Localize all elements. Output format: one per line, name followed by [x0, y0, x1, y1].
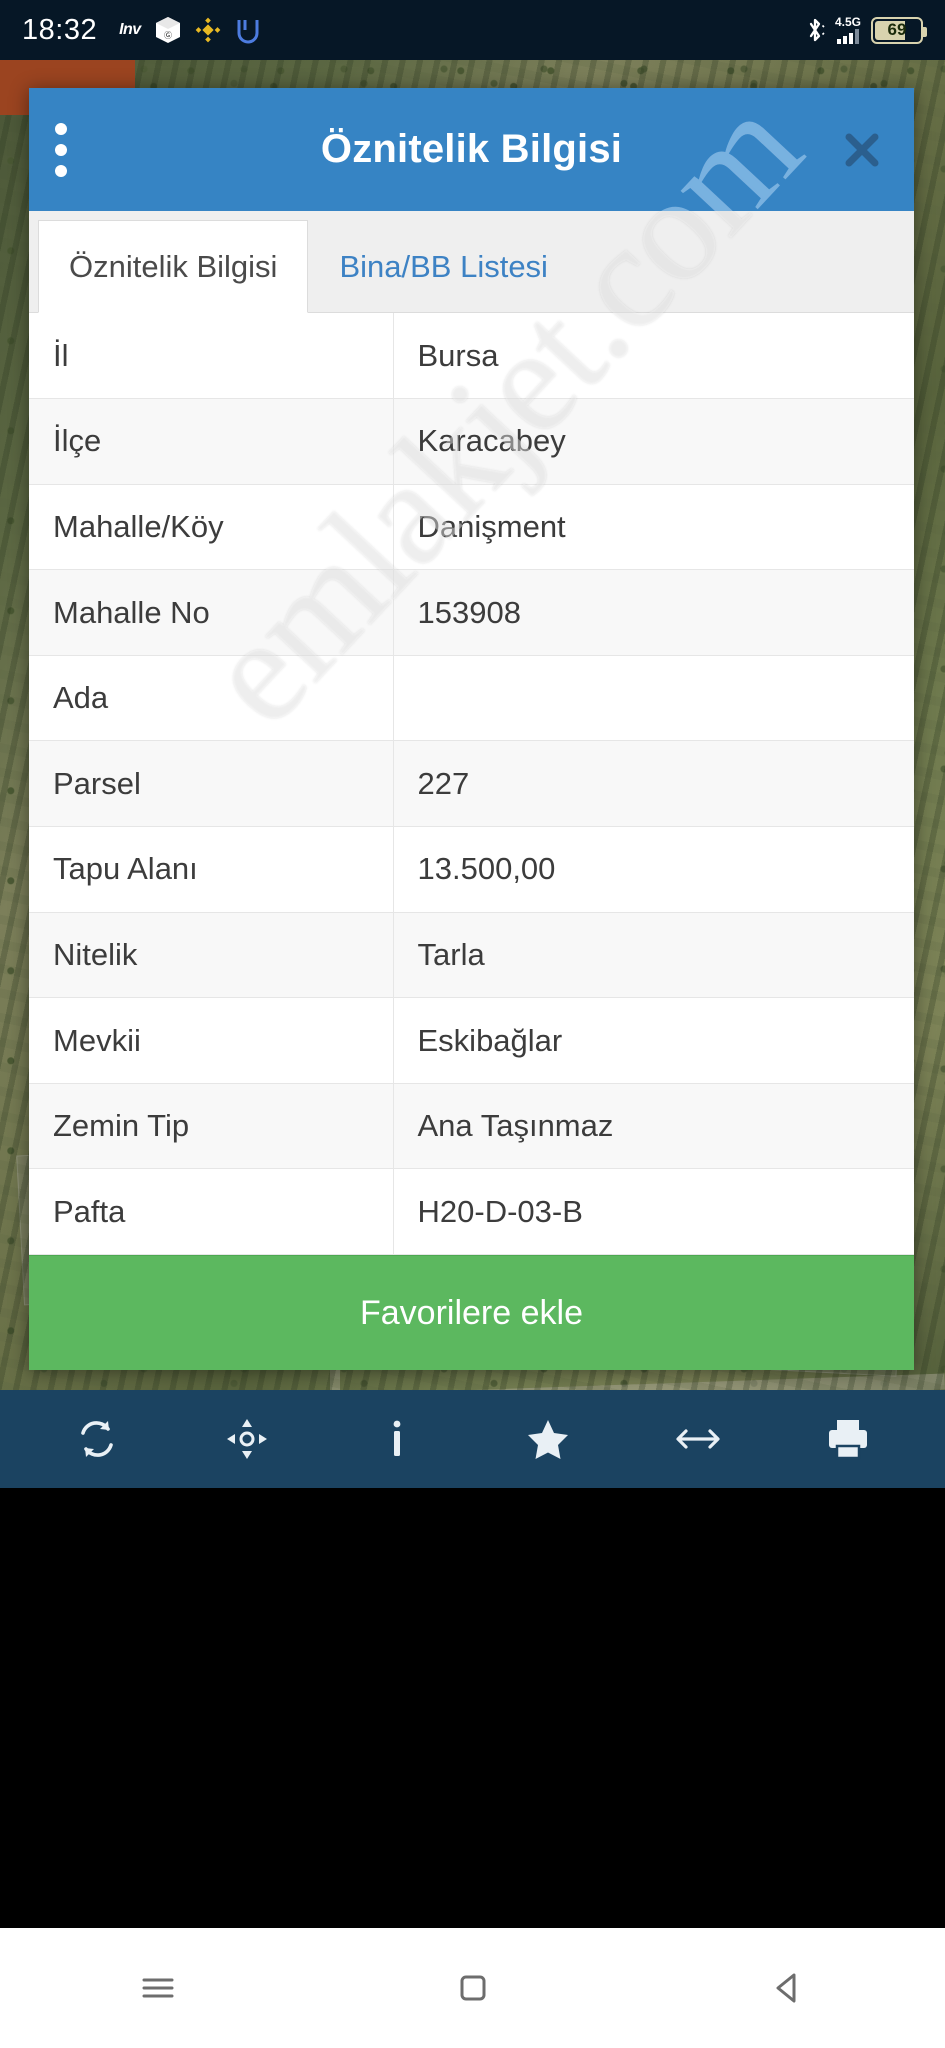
android-navigation-bar — [0, 1928, 945, 2048]
tab-label: Bina/BB Listesi — [339, 248, 548, 284]
cellular-signal-icon: 4.5G — [835, 16, 861, 44]
table-row: Parsel 227 — [29, 740, 914, 828]
attribute-table-body: İl Bursa İlçe Karacabey Mahalle/Köy Dani… — [29, 313, 914, 1256]
add-to-favorites-button[interactable]: Favorilere ekle — [29, 1255, 914, 1371]
map-dark-area — [0, 1488, 945, 1928]
binance-app-icon — [195, 17, 221, 43]
tab-label: Öznitelik Bilgisi — [69, 248, 278, 284]
info-icon[interactable] — [374, 1416, 420, 1462]
status-system-icons: 4.5G 69 — [805, 16, 927, 44]
row-key: Nitelik — [29, 912, 394, 999]
row-key: Ada — [29, 655, 394, 742]
table-row: İl Bursa — [29, 313, 914, 400]
table-row: Ada — [29, 655, 914, 742]
status-notification-icons: Inv Ⓖ — [119, 16, 261, 44]
tab-bina-bb-listesi[interactable]: Bina/BB Listesi — [308, 220, 579, 313]
network-type-label: 4.5G — [834, 15, 861, 29]
row-value: Danişment — [393, 484, 914, 571]
row-value: 227 — [393, 740, 914, 828]
tab-oznitelik-bilgisi[interactable]: Öznitelik Bilgisi — [38, 220, 309, 313]
dialog-title: Öznitelik Bilgisi — [320, 127, 623, 171]
bluetooth-icon — [805, 17, 825, 43]
up-app-icon — [235, 16, 261, 44]
pan-move-icon[interactable] — [224, 1416, 270, 1462]
dialog-header: Öznitelik Bilgisi — [29, 88, 914, 211]
row-value — [393, 655, 914, 742]
row-value: Eskibağlar — [393, 997, 914, 1084]
table-row: Mahalle/Köy Danişment — [29, 484, 914, 571]
row-key: Mahalle/Köy — [29, 484, 394, 571]
table-row: Tapu Alanı 13.500,00 — [29, 826, 914, 913]
refresh-icon[interactable] — [74, 1416, 120, 1462]
table-row: Nitelik Tarla — [29, 912, 914, 999]
status-clock: 18:32 — [22, 13, 98, 46]
row-key: İlçe — [29, 398, 394, 485]
table-row: Zemin Tip Ana Taşınmaz — [29, 1083, 914, 1170]
close-icon[interactable] — [840, 128, 884, 172]
row-value: Ana Taşınmaz — [393, 1083, 914, 1170]
table-row: İlçe Karacabey — [29, 398, 914, 485]
svg-text:Ⓖ: Ⓖ — [164, 31, 172, 40]
inv-app-icon: Inv — [119, 21, 141, 38]
row-key: Mahalle No — [29, 569, 394, 656]
table-row: Pafta H20-D-03-B — [29, 1168, 914, 1256]
table-row: Mahalle No 153908 — [29, 569, 914, 656]
row-key: İl — [29, 313, 394, 400]
recent-apps-icon[interactable] — [136, 1966, 180, 2010]
back-icon[interactable] — [766, 1966, 810, 2010]
row-value: H20-D-03-B — [393, 1168, 914, 1256]
home-icon[interactable] — [451, 1966, 495, 2010]
row-value: 153908 — [393, 569, 914, 656]
cube-app-icon: Ⓖ — [155, 16, 181, 44]
map-toolbar — [0, 1390, 945, 1488]
measure-distance-icon[interactable] — [675, 1416, 721, 1462]
row-key: Parsel — [29, 740, 394, 828]
battery-icon: 69 — [871, 16, 927, 44]
row-value: Bursa — [393, 313, 914, 400]
print-icon[interactable] — [825, 1416, 871, 1462]
row-value: Karacabey — [393, 398, 914, 485]
attribute-info-dialog: Öznitelik Bilgisi Öznitelik Bilgisi Bina… — [29, 88, 914, 1371]
signal-bars — [836, 29, 859, 44]
add-to-favorites-label: Favorilere ekle — [360, 1293, 583, 1332]
row-key: Zemin Tip — [29, 1083, 394, 1170]
battery-percent-label: 69 — [887, 20, 907, 39]
row-value: 13.500,00 — [393, 826, 914, 913]
row-key: Pafta — [29, 1168, 394, 1256]
row-key: Tapu Alanı — [29, 826, 394, 913]
row-value: Tarla — [393, 912, 914, 999]
attribute-table: İl Bursa İlçe Karacabey Mahalle/Köy Dani… — [29, 313, 914, 1256]
row-key: Mevkii — [29, 997, 394, 1084]
status-bar: 18:32 Inv Ⓖ 4.5G 69 — [0, 0, 945, 60]
dialog-tabs: Öznitelik Bilgisi Bina/BB Listesi — [29, 211, 914, 313]
star-icon[interactable] — [525, 1416, 571, 1462]
table-row: Mevkii Eskibağlar — [29, 997, 914, 1084]
phone-screen: 18:32 Inv Ⓖ 4.5G 69 Öznitelik Bilgisi Öz… — [0, 0, 945, 2048]
